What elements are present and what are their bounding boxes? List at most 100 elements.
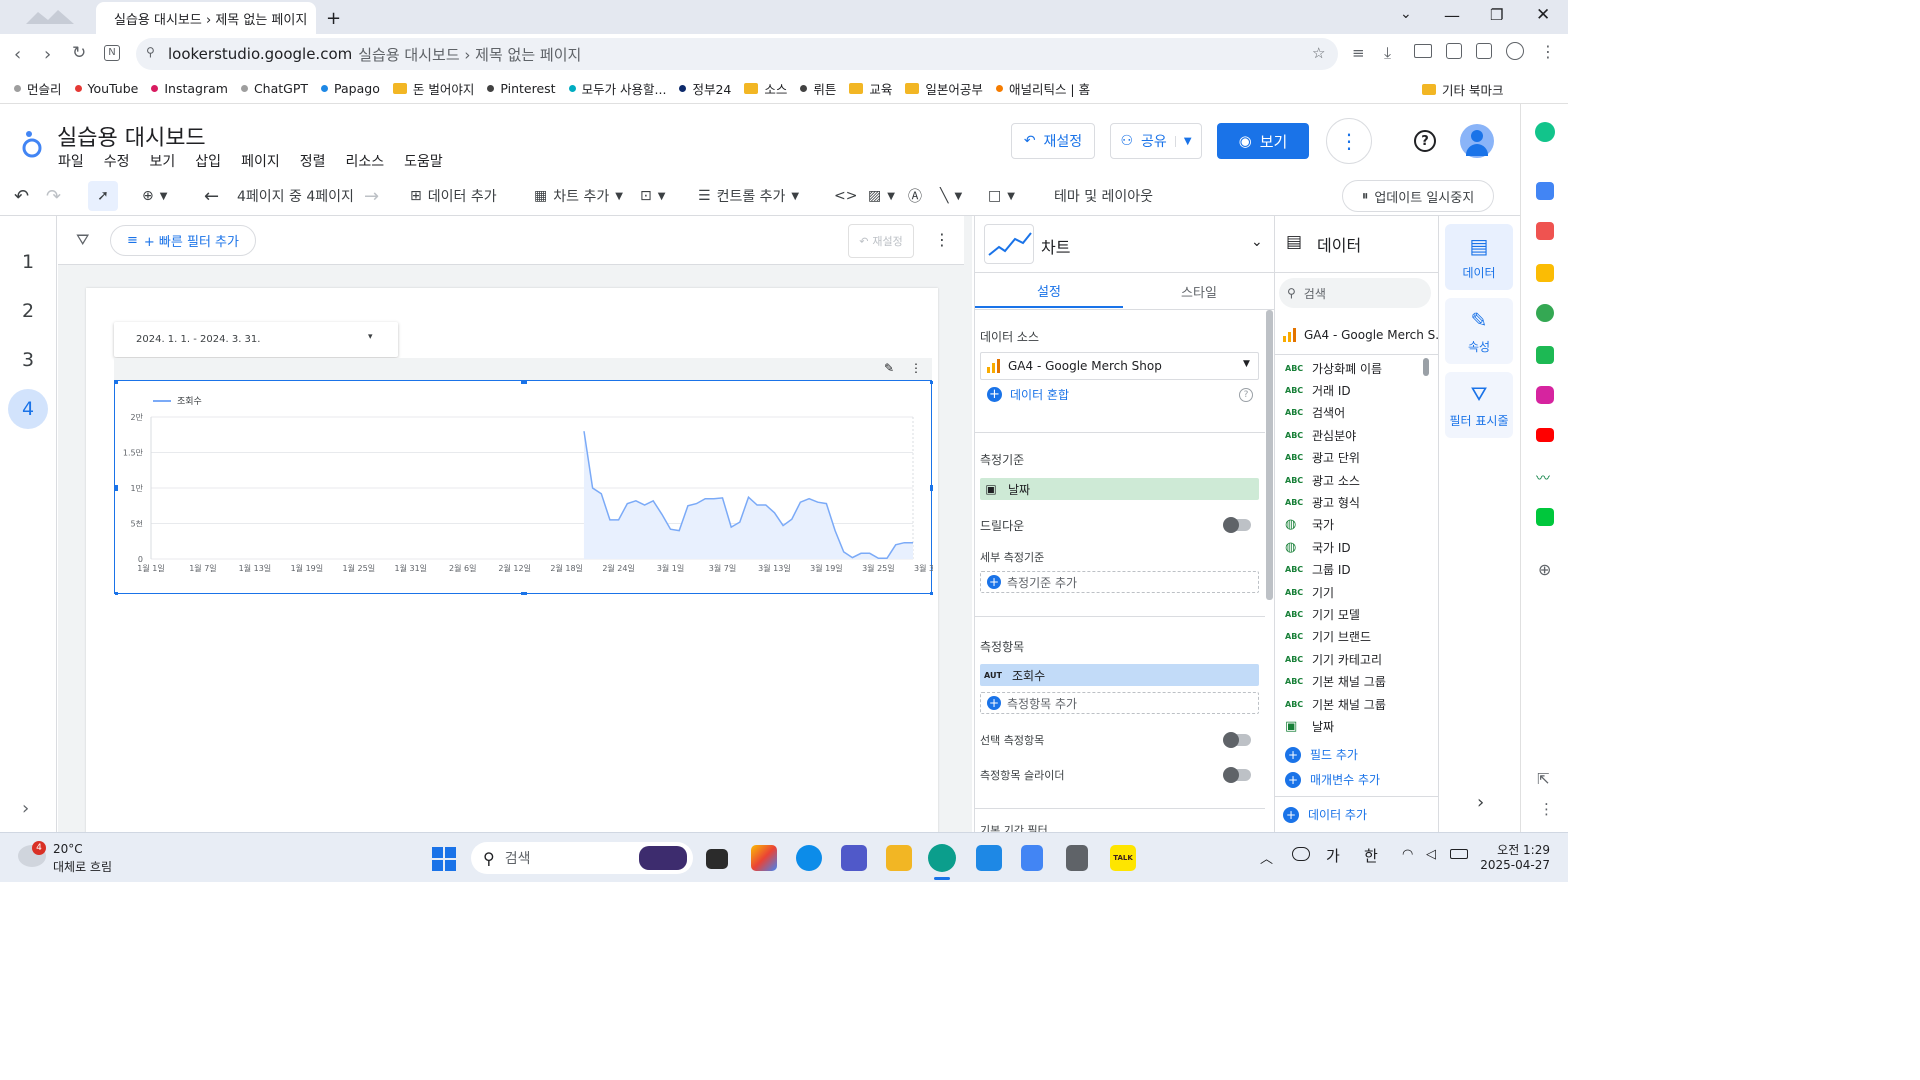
page-4-item[interactable]: 4 [8,389,48,429]
metric-aggregation[interactable]: AUT [980,671,1006,680]
sidebar-instagram-icon[interactable] [1536,386,1554,404]
snipping-tool-icon[interactable] [976,845,1002,871]
bookmark-item[interactable]: YouTube [74,81,138,96]
active-tab[interactable]: 실습용 대시보드 › 제목 없는 페이지 [96,2,316,34]
edit-pencil-icon[interactable]: ✎ [884,361,894,375]
date-dropdown-icon[interactable]: ▾ [368,332,373,342]
text-box-icon[interactable]: Ⓐ [908,176,922,216]
next-page-icon[interactable]: → [364,176,379,216]
menu-item[interactable]: 파일 [58,151,84,171]
sidebar-briefcase-icon[interactable] [1536,182,1554,200]
page-2-item[interactable]: 2 [8,291,48,331]
calculator-icon[interactable] [1066,845,1088,871]
menu-item[interactable]: 수정 [104,151,130,171]
minimize-icon[interactable]: — [1444,6,1460,25]
field-item[interactable]: ABC 기본 채널 그룹 [1285,693,1386,715]
task-view-icon[interactable] [706,849,728,869]
profile-icon[interactable] [1506,42,1524,60]
zoom-dropdown-icon[interactable]: ▼ [160,191,168,202]
filter-reset-button[interactable]: ↶ 재설정 [848,224,914,258]
bookmark-item[interactable]: 애널리틱스 | 홈 [995,79,1090,98]
timeseries-chart[interactable]: 0 5천 1만 1.5만 2만 1월 1일 1월 7일 1월 13일 1월 19일 1월 25일 1… [114,380,933,595]
canvas-scrollbar[interactable] [964,216,972,832]
menu-item[interactable]: 삽입 [195,151,221,171]
bookmark-item[interactable]: 모두가 사용할... [568,79,666,98]
menu-item[interactable]: 도움말 [404,151,443,171]
data-source-item[interactable]: GA4 - Google Merch S... [1283,328,1447,342]
weather-desc[interactable]: 대체로 흐림 [53,858,112,875]
filterbar-more-icon[interactable]: ⋮ [934,230,950,249]
field-list-scrollbar[interactable] [1423,358,1429,376]
new-tab-icon[interactable]: + [326,8,341,29]
chart-type-thumbnail[interactable] [984,224,1034,264]
bookmark-item[interactable]: Instagram [151,81,228,96]
sidebar-edge-icon[interactable] [1536,304,1554,322]
field-item[interactable]: ABC 기기 카테고리 [1285,648,1382,670]
sidebar-webtoon-icon[interactable] [1536,346,1554,364]
sidebar-star-icon[interactable] [1536,264,1554,282]
tray-expand-icon[interactable]: ︿ [1260,848,1273,867]
site-info-icon[interactable]: ⚲ [146,45,155,59]
restore-icon[interactable]: ❐ [1490,6,1503,24]
menu-item[interactable]: 보기 [150,151,176,171]
add-dimension-button[interactable]: + 측정기준 추가 [980,571,1259,593]
undo-icon[interactable]: ↶ [14,176,29,216]
tab-search-icon[interactable] [18,6,78,30]
wifi-icon[interactable]: ◠ [1402,847,1413,862]
edge-icon[interactable] [796,845,822,871]
reading-list-icon[interactable]: ≡ [1352,44,1365,62]
bookmark-item[interactable]: ChatGPT [240,81,308,96]
pause-updates-button[interactable]: ⏸ 업데이트 일시중지 [1342,180,1494,212]
more-options-icon[interactable]: ⋮ [1326,118,1372,164]
line-button[interactable]: ╲ ▼ [940,176,962,216]
bookmark-item[interactable]: 돈 벌어야지 [392,79,474,98]
filter-icon[interactable]: ⛛ [76,230,89,250]
clock-time[interactable]: 오전 1:29 [1488,841,1550,858]
field-item[interactable]: ABC 광고 단위 [1285,447,1360,469]
bookmark-item[interactable]: 뤼튼 [800,79,836,98]
redo-icon[interactable]: ↷ [46,176,61,216]
rail-properties[interactable]: ✎ 속성 [1445,298,1513,364]
field-item[interactable]: ABC 검색어 [1285,402,1345,424]
user-avatar[interactable] [1460,124,1494,158]
menu-item[interactable]: 페이지 [241,151,280,171]
add-metric-button[interactable]: + 측정항목 추가 [980,692,1259,714]
shape-button[interactable]: □ ▼ [988,176,1015,216]
add-field-button[interactable]: + 필드 추가 [1285,746,1358,763]
whale-browser-icon[interactable] [928,844,956,872]
share-button[interactable]: ⚇ 공유 ▼ [1110,123,1202,159]
date-range-control[interactable]: 2024. 1. 1. - 2024. 3. 31. ▾ [114,322,398,357]
collapse-rail-icon[interactable]: › [1477,792,1484,813]
add-component-button[interactable]: ⊡ ▼ [640,176,665,216]
menu-item[interactable]: 정렬 [300,151,326,171]
help-icon[interactable]: ? [1414,130,1436,152]
field-item[interactable]: ▣ 날짜 [1285,715,1334,737]
chart-more-icon[interactable]: ⋮ [910,361,922,375]
kakaotalk-icon[interactable]: TALK [1110,845,1136,871]
forward-icon[interactable]: › [44,44,51,65]
bookmark-star-icon[interactable]: ☆ [1312,44,1325,62]
field-item[interactable]: ABC 기본 채널 그룹 [1285,671,1386,693]
bookmark-item[interactable]: 소스 [744,79,787,98]
image-button[interactable]: ▨ ▼ [868,176,895,216]
add-control-button[interactable]: ☰ 컨트롤 추가 ▼ [698,176,799,216]
field-item[interactable]: ◍ 국가 [1285,514,1334,536]
address-bar[interactable]: ⚲ lookerstudio.google.com 실습용 대시보드 › 제목 … [136,38,1338,70]
field-item[interactable]: ABC 가상화폐 이름 [1285,357,1382,379]
quick-filter-button[interactable]: ≡ + 빠른 필터 추가 [110,225,256,256]
sidebar-add-icon[interactable]: ⊕ [1538,560,1551,579]
sidebar-youtube-icon[interactable] [1536,428,1554,442]
chart-type-dropdown-icon[interactable]: ⌄ [1251,234,1263,250]
embed-code-icon[interactable]: <> [834,176,857,216]
battery-icon[interactable] [1450,849,1468,859]
notepad-icon[interactable] [1021,845,1043,871]
copilot-icon[interactable] [751,845,777,871]
optional-metrics-toggle[interactable] [1223,732,1251,748]
field-item[interactable]: ABC 그룹 ID [1285,559,1351,581]
page-3-item[interactable]: 3 [8,340,48,380]
browser-menu-icon[interactable]: ⋮ [1540,42,1556,61]
field-item[interactable]: ABC 관심분야 [1285,424,1356,446]
sidebar-naver-icon[interactable] [1536,508,1554,526]
tab-style[interactable]: 스타일 [1125,274,1273,308]
add-data-source-button[interactable]: + 데이터 추가 [1283,806,1367,823]
